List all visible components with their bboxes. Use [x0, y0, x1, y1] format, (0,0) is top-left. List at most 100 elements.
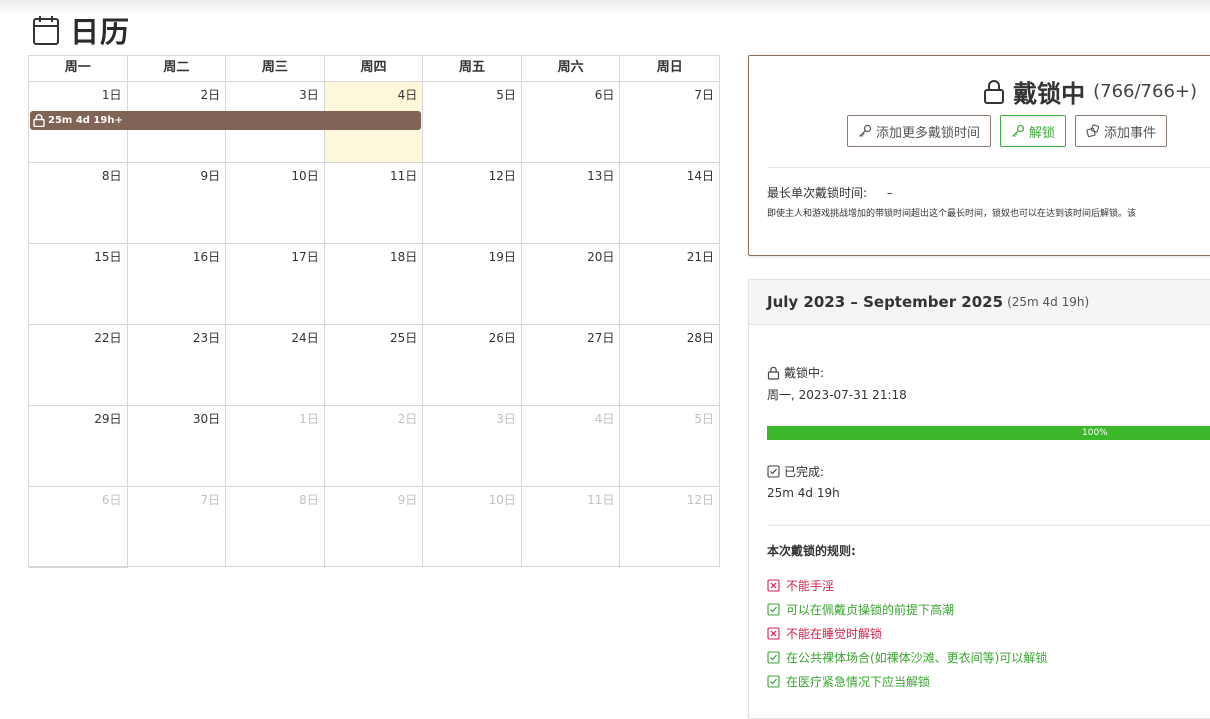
- locked-since-value: 周一, 2023-07-31 21:18: [767, 388, 907, 402]
- calendar-day-cell[interactable]: 6日: [521, 82, 621, 163]
- rule-allowed: 可以在佩戴贞操锁的前提下高潮: [767, 601, 954, 618]
- progress-label: 100%: [1082, 428, 1108, 438]
- day-number: 2日: [200, 88, 221, 102]
- lock-session-event[interactable]: 25m 4d 19h+: [30, 111, 421, 130]
- day-number: 19日: [488, 250, 516, 264]
- locked-since-label: 戴锁中:: [784, 366, 825, 380]
- add-lock-time-label: 添加更多戴锁时间: [876, 125, 981, 141]
- rule-forbidden: 不能在睡觉时解锁: [767, 625, 882, 642]
- day-number: 2日: [397, 412, 418, 426]
- rule-allowed: 在医疗紧急情况下应当解锁: [767, 673, 930, 690]
- status-count: (766/766+): [1093, 81, 1197, 102]
- calendar-grid: 1日 2日 3日 4日 5日 6日 7日 8日 9日 10日 11日 12日 13日 14日 15日 16日 1…: [29, 82, 719, 568]
- day-number: 29日: [94, 412, 122, 426]
- calendar-day-cell[interactable]: 8日: [29, 163, 128, 244]
- rule-allowed: 在公共裸体场合(如裸体沙滩、更衣间等)可以解锁: [767, 649, 1047, 666]
- day-number: 5日: [694, 412, 714, 426]
- calendar-day-cell[interactable]: 16日: [127, 244, 227, 325]
- calendar-day-cell[interactable]: 5日: [423, 82, 522, 163]
- status-title: 戴锁中 (766/766+): [983, 74, 1197, 109]
- calendar-day-cell[interactable]: 27日: [521, 325, 621, 406]
- calendar-day-cell[interactable]: 11日: [522, 487, 621, 568]
- rule-forbidden: 不能手淫: [767, 577, 834, 594]
- calendar-day-cell[interactable]: 15日: [29, 244, 128, 325]
- day-number: 7日: [694, 88, 714, 102]
- day-number: 3日: [496, 412, 516, 426]
- locked-since-row: 戴锁中:: [767, 364, 824, 381]
- lock-status-panel: 戴锁中 (766/766+) 添加更多戴锁时间 解锁 添加事件 最长单次戴锁时间…: [748, 55, 1210, 256]
- rule-text: 可以在佩戴贞操锁的前提下高潮: [786, 603, 955, 617]
- calendar-day-cell[interactable]: 23日: [127, 325, 227, 406]
- calendar-day-cell[interactable]: 25日: [324, 325, 424, 406]
- calendar-day-cell[interactable]: 11日: [324, 163, 424, 244]
- calendar-day-cell[interactable]: 18日: [324, 244, 424, 325]
- status-divider: [767, 167, 1210, 168]
- calendar-day-cell[interactable]: 13日: [521, 163, 621, 244]
- event-label: 25m 4d 19h+: [48, 115, 123, 126]
- calendar-day-cell[interactable]: 9日: [325, 487, 424, 568]
- calendar-day-cell[interactable]: 1日: [226, 406, 325, 487]
- calendar-day-cell[interactable]: 10日: [226, 163, 325, 244]
- calendar-day-cell[interactable]: 24日: [226, 325, 325, 406]
- session-header: July 2023 – September 2025 (25m 4d 19h): [749, 280, 1210, 325]
- checkbox-checked-icon: [767, 465, 780, 478]
- calendar-day-cell[interactable]: 2日: [324, 406, 424, 487]
- calendar-day-cell[interactable]: 5日: [620, 406, 719, 487]
- day-number: 27日: [587, 331, 615, 345]
- day-number: 8日: [101, 169, 122, 183]
- day-number: 5日: [496, 88, 516, 102]
- add-event-button[interactable]: 添加事件: [1075, 115, 1168, 147]
- day-number: 18日: [390, 250, 418, 264]
- calendar-day-cell[interactable]: 28日: [620, 325, 719, 406]
- session-title: July 2023 – September 2025: [767, 293, 1004, 311]
- top-shadow: [0, 0, 1210, 14]
- weekday-tue: 周二: [128, 56, 227, 81]
- max-lock-row: 最长单次戴锁时间: –: [767, 184, 893, 201]
- calendar-day-cell[interactable]: 14日: [620, 163, 719, 244]
- weekday-sun: 周日: [656, 60, 683, 75]
- calendar-day-cell[interactable]: 30日: [127, 406, 227, 487]
- day-number: 12日: [488, 169, 516, 183]
- unlock-button[interactable]: 解锁: [1000, 115, 1067, 147]
- calendar-day-cell[interactable]: 21日: [620, 244, 719, 325]
- calendar-day-cell[interactable]: 6日: [29, 487, 128, 568]
- calendar-weekday-header: 周一 周二 周三 周四 周五 周六 周日: [29, 56, 719, 82]
- calendar-day-cell[interactable]: 7日: [620, 82, 719, 163]
- day-number: 13日: [587, 169, 615, 183]
- day-number: 11日: [390, 169, 418, 183]
- weekday-fri: 周五: [423, 56, 522, 81]
- calendar-icon: [33, 16, 59, 45]
- calendar-day-cell[interactable]: 7日: [128, 487, 227, 568]
- rule-text: 不能在睡觉时解锁: [786, 627, 883, 641]
- lock-icon: [33, 114, 45, 127]
- calendar-day-cell[interactable]: 10日: [423, 487, 522, 568]
- session-divider: [767, 525, 1210, 526]
- day-number: 7日: [200, 493, 221, 507]
- calendar-day-cell[interactable]: 22日: [29, 325, 128, 406]
- day-number: 28日: [686, 331, 714, 345]
- calendar-day-cell[interactable]: 8日: [226, 487, 325, 568]
- calendar-day-cell[interactable]: 4日: [521, 406, 621, 487]
- calendar-day-cell[interactable]: 12日: [423, 163, 522, 244]
- progress-bar: 100%: [767, 426, 1210, 440]
- calendar-day-cell[interactable]: 17日: [226, 244, 325, 325]
- day-number: 4日: [594, 412, 615, 426]
- calendar-day-cell[interactable]: 3日: [423, 406, 522, 487]
- day-number: 9日: [397, 493, 418, 507]
- max-lock-label: 最长单次戴锁时间:: [767, 186, 868, 200]
- day-number: 25日: [390, 331, 418, 345]
- calendar-day-cell[interactable]: 29日: [29, 406, 128, 487]
- lock-icon: [984, 79, 1005, 104]
- calendar-day-cell[interactable]: 19日: [423, 244, 522, 325]
- day-number: 10日: [291, 169, 319, 183]
- day-number: 26日: [488, 331, 516, 345]
- calendar-day-cell[interactable]: 9日: [127, 163, 227, 244]
- calendar-day-cell[interactable]: 20日: [521, 244, 621, 325]
- calendar-day-cell[interactable]: 26日: [423, 325, 522, 406]
- page-header: 日历: [32, 12, 130, 49]
- day-number: 22日: [94, 331, 122, 345]
- day-number: 4日: [397, 88, 418, 102]
- weekday-mon: 周一: [29, 56, 128, 81]
- add-lock-time-button[interactable]: 添加更多戴锁时间: [847, 115, 992, 147]
- calendar-day-cell[interactable]: 12日: [620, 487, 719, 568]
